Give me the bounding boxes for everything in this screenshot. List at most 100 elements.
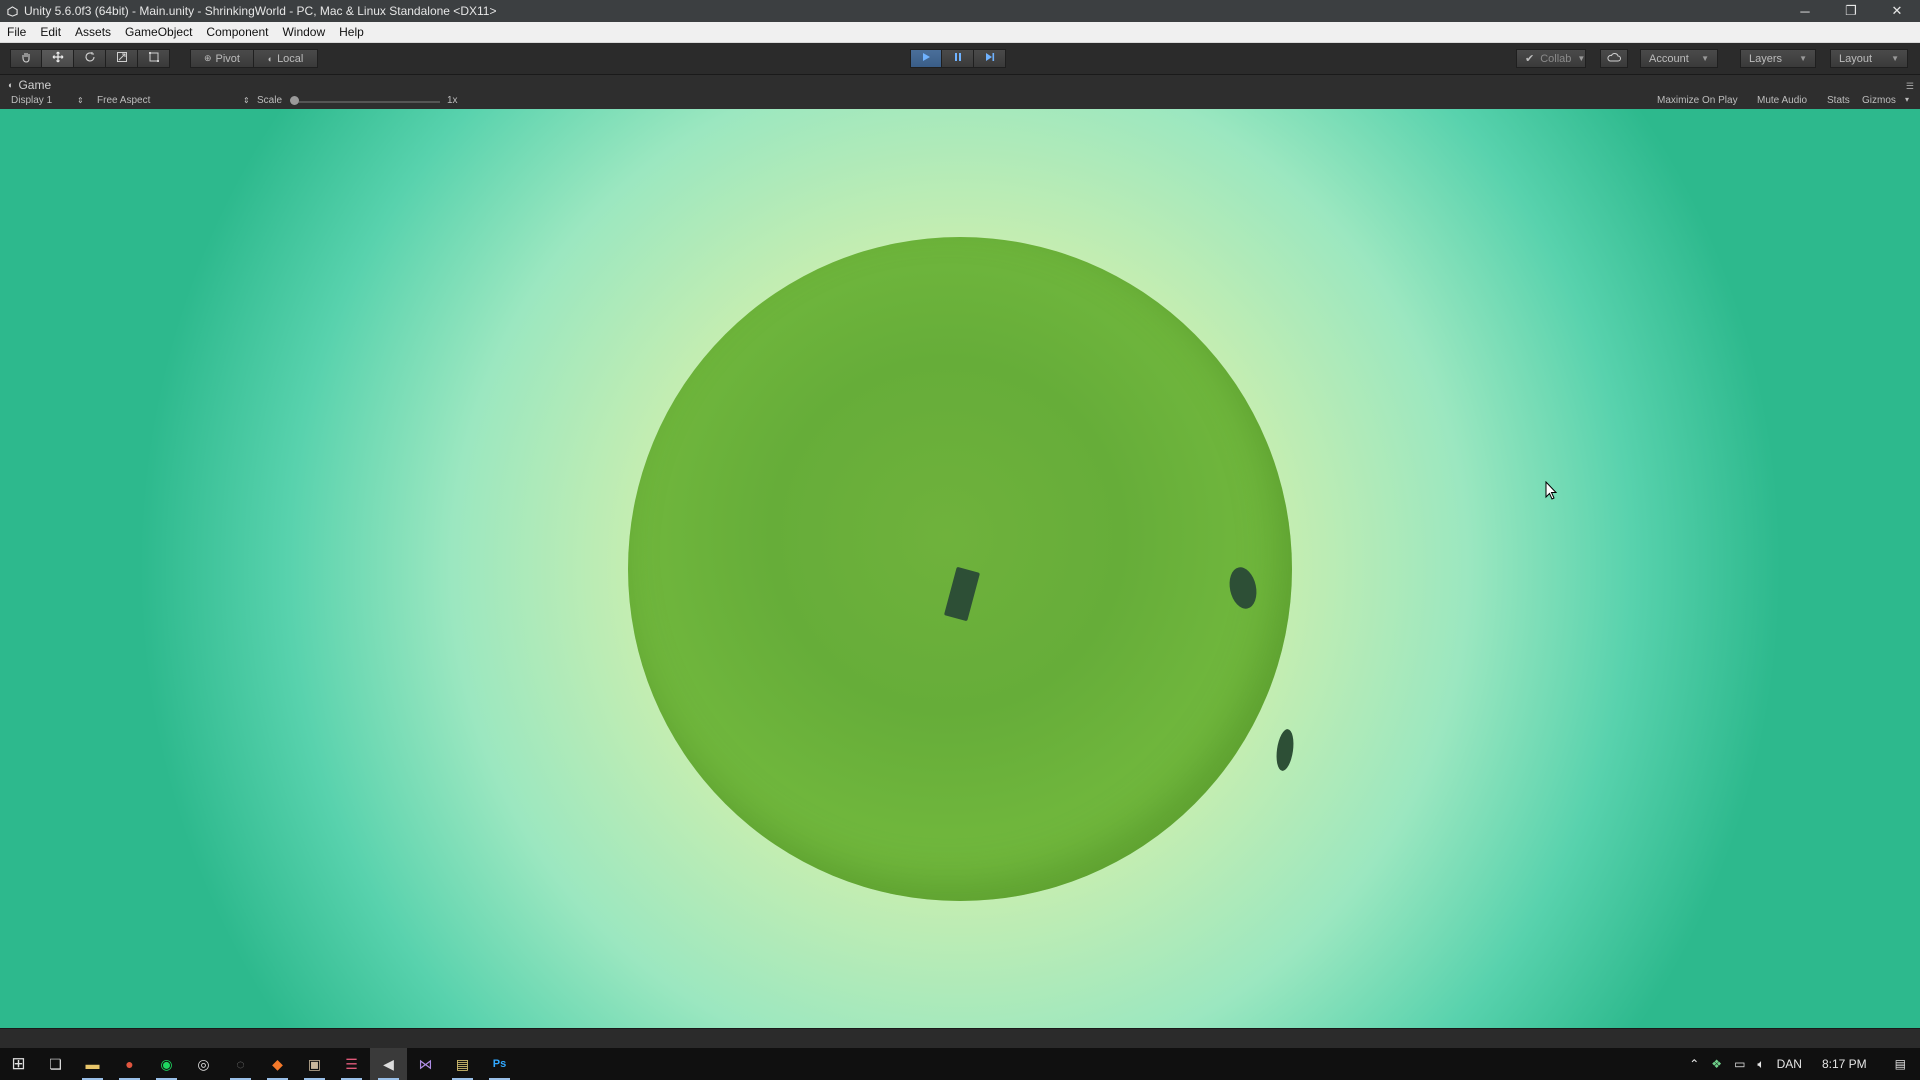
chevron-down-icon: ▼ xyxy=(1701,54,1709,63)
game-controller-icon: ◐ xyxy=(8,80,14,90)
account-label: Account xyxy=(1649,52,1689,65)
dropbox-icon[interactable]: ❖ xyxy=(1705,1048,1728,1080)
game-options-bar: Display 1 ⇕ Free Aspect ⇕ Scale 1x Maxim… xyxy=(0,93,1920,109)
menu-bar: File Edit Assets GameObject Component Wi… xyxy=(0,22,1920,43)
layers-label: Layers xyxy=(1749,52,1783,65)
display-arrows-icon: ⇕ xyxy=(77,96,84,105)
layout-dropdown[interactable]: Layout ▼ xyxy=(1830,49,1908,68)
restore-button[interactable]: ❐ xyxy=(1828,0,1874,22)
mute-audio-toggle[interactable]: Mute Audio xyxy=(1757,95,1807,106)
spotify-icon[interactable]: ◉ xyxy=(148,1048,185,1080)
display-select[interactable]: Display 1 xyxy=(11,95,52,106)
rect-tool-button[interactable] xyxy=(138,49,170,68)
app-icon-6[interactable]: ◎ xyxy=(185,1048,222,1080)
scale-icon xyxy=(116,51,128,66)
layout-label: Layout xyxy=(1839,52,1873,65)
step-icon xyxy=(984,51,996,66)
collab-dropdown[interactable]: ✔ Collab ▼ xyxy=(1516,49,1586,68)
window-controls: ─ ❐ ✕ xyxy=(1782,0,1920,22)
tab-game-label: Game xyxy=(18,78,52,92)
gizmos-dropdown[interactable]: Gizmos xyxy=(1862,95,1896,106)
check-icon: ✔ xyxy=(1525,53,1535,65)
gizmos-chevron-down-icon: ▾ xyxy=(1905,95,1910,104)
hand-icon xyxy=(20,51,32,66)
notifications-icon[interactable]: ▤ xyxy=(1881,1048,1920,1080)
cloud-button[interactable] xyxy=(1600,49,1628,68)
unity-icon[interactable]: ◀ xyxy=(370,1048,407,1080)
move-icon xyxy=(52,51,64,66)
task-view-icon[interactable]: ❏ xyxy=(37,1048,74,1080)
rotate-icon xyxy=(84,51,96,66)
collab-label: Collab xyxy=(1540,52,1572,65)
scale-slider-track[interactable] xyxy=(292,101,440,103)
pause-icon xyxy=(952,51,964,66)
panel-menu-icon[interactable]: ☰ xyxy=(1906,81,1914,92)
maximize-on-play-toggle[interactable]: Maximize On Play xyxy=(1657,95,1738,106)
close-button[interactable]: ✕ xyxy=(1874,0,1920,22)
local-label: Local xyxy=(277,52,304,65)
scale-tool-button[interactable] xyxy=(106,49,138,68)
chevron-down-icon: ▼ xyxy=(1891,54,1899,63)
pivot-label: Pivot xyxy=(215,52,240,65)
menu-window[interactable]: Window xyxy=(275,22,332,43)
visual-studio-icon[interactable]: ⋈ xyxy=(407,1048,444,1080)
game-viewport[interactable] xyxy=(0,109,1920,1028)
photoshop-icon[interactable]: Ps xyxy=(481,1048,518,1080)
scale-slider-handle[interactable] xyxy=(290,96,299,105)
local-icon: ◐ xyxy=(267,53,274,64)
menu-edit[interactable]: Edit xyxy=(33,22,68,43)
aspect-arrows-icon: ⇕ xyxy=(243,96,250,105)
main-toolbar: ⊕ Pivot ◐ Local ✔ Collab ▼ Account ▼ Lay… xyxy=(0,43,1920,75)
menu-help[interactable]: Help xyxy=(332,22,371,43)
menu-file[interactable]: File xyxy=(0,22,33,43)
pivot-group: ⊕ Pivot ◐ Local xyxy=(190,49,318,68)
aspect-select[interactable]: Free Aspect xyxy=(97,95,150,106)
dark-tree-object-edge xyxy=(1274,728,1296,772)
playback-controls xyxy=(910,49,1006,68)
step-button[interactable] xyxy=(974,49,1006,68)
move-tool-button[interactable] xyxy=(42,49,74,68)
pause-button[interactable] xyxy=(942,49,974,68)
menu-component[interactable]: Component xyxy=(199,22,275,43)
scale-value: 1x xyxy=(447,95,458,106)
pivot-icon: ⊕ xyxy=(203,53,212,63)
minimize-button[interactable]: ─ xyxy=(1782,0,1828,22)
local-toggle[interactable]: ◐ Local xyxy=(254,49,318,68)
volume-icon[interactable]: 🔈︎ xyxy=(1751,1048,1770,1080)
show-hidden-icons-chevron-up-icon[interactable]: ⌃ xyxy=(1683,1048,1705,1080)
scale-label: Scale xyxy=(257,95,283,106)
menu-assets[interactable]: Assets xyxy=(68,22,118,43)
app-icon-7[interactable]: ◌ xyxy=(222,1048,259,1080)
file-explorer-icon[interactable]: ▬ xyxy=(74,1048,111,1080)
hand-tool-button[interactable] xyxy=(10,49,42,68)
pivot-toggle[interactable]: ⊕ Pivot xyxy=(190,49,254,68)
blender-icon[interactable]: ◆ xyxy=(259,1048,296,1080)
account-dropdown[interactable]: Account ▼ xyxy=(1640,49,1718,68)
chrome-icon[interactable]: ● xyxy=(111,1048,148,1080)
windows-taskbar: ⊞ ❏ ▬ ● ◉ ◎ ◌ ◆ ▣ ☰ ◀ ⋈ ▤ Ps ⌃ ❖ ▭ 🔈︎ DA… xyxy=(0,1048,1920,1080)
network-icon[interactable]: ▭ xyxy=(1728,1048,1751,1080)
unity-logo-icon xyxy=(6,5,18,17)
menu-gameobject[interactable]: GameObject xyxy=(118,22,199,43)
transform-tools xyxy=(10,49,170,68)
app-icon-9[interactable]: ▣ xyxy=(296,1048,333,1080)
layers-dropdown[interactable]: Layers ▼ xyxy=(1740,49,1816,68)
system-tray: ⌃ ❖ ▭ 🔈︎ DAN 8:17 PM ▤ xyxy=(1683,1048,1920,1080)
play-icon xyxy=(920,51,932,66)
chevron-down-icon: ▼ xyxy=(1577,54,1586,63)
tab-game[interactable]: ◐ Game xyxy=(8,78,51,92)
stats-toggle[interactable]: Stats xyxy=(1827,95,1850,106)
rect-tool-icon xyxy=(148,51,160,66)
title-bar: Unity 5.6.0f3 (64bit) - Main.unity - Shr… xyxy=(0,0,1920,22)
play-button[interactable] xyxy=(910,49,942,68)
chevron-down-icon: ▼ xyxy=(1799,54,1807,63)
rotate-tool-button[interactable] xyxy=(74,49,106,68)
windows-start-icon[interactable]: ⊞ xyxy=(0,1048,37,1080)
clock[interactable]: 8:17 PM xyxy=(1808,1048,1881,1080)
mouse-cursor-icon xyxy=(1545,480,1559,501)
game-panel-header: ◐ Game ☰ Display 1 ⇕ Free Aspect ⇕ Scale… xyxy=(0,75,1920,109)
app-icon-10[interactable]: ☰ xyxy=(333,1048,370,1080)
notepad-icon[interactable]: ▤ xyxy=(444,1048,481,1080)
window-title: Unity 5.6.0f3 (64bit) - Main.unity - Shr… xyxy=(24,4,497,18)
language-indicator[interactable]: DAN xyxy=(1771,1048,1808,1080)
